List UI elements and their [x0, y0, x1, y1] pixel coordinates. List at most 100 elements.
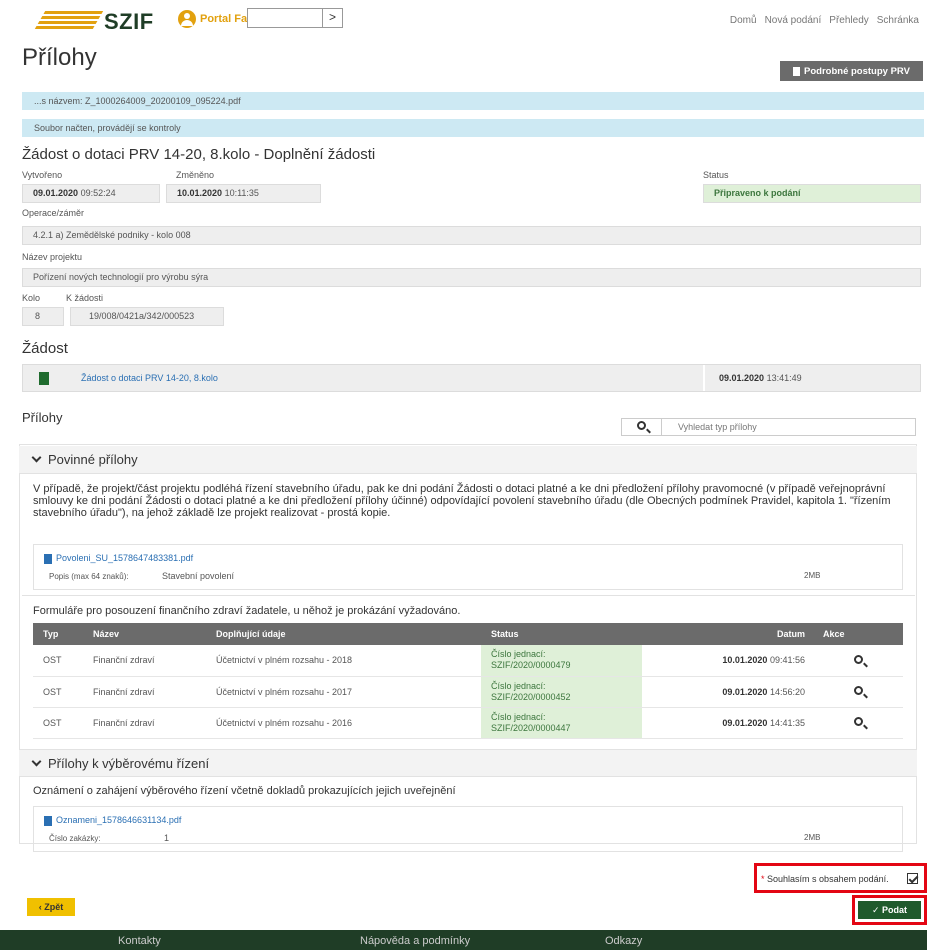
tender-title: Přílohy k výběrovému řízení	[48, 756, 210, 771]
ref-label: K žádosti	[66, 293, 104, 303]
ref-field: 19/008/0421a/342/000523	[70, 307, 224, 326]
consent-label: * Souhlasím s obsahem podání.	[761, 874, 889, 884]
view-button[interactable]	[813, 707, 903, 739]
cell-udaje: Účetnictví v plném rozsahu - 2017	[206, 676, 481, 708]
cell-status: Číslo jednací: SZIF/2020/0000479	[481, 645, 642, 677]
table-row: OST Finanční zdraví Účetnictví v plném r…	[33, 676, 903, 708]
round-field: 8	[22, 307, 64, 326]
footer-odkazy[interactable]: Odkazy	[605, 935, 642, 947]
cell-typ: OST	[33, 676, 83, 708]
project-field: Pořízení nových technologií pro výrobu s…	[22, 268, 921, 287]
mandatory-description: V případě, že projekt/část projektu podl…	[33, 483, 891, 519]
cell-status: Číslo jednací: SZIF/2020/0000447	[481, 707, 642, 739]
nav-prehledy[interactable]: Přehledy	[829, 15, 868, 26]
info-file: ...s názvem: Z_1000264009_20200109_09522…	[22, 92, 924, 110]
search-icon	[637, 421, 646, 430]
chevron-down-icon	[31, 452, 42, 463]
cell-datum: 09.01.2020 14:41:35	[642, 707, 813, 739]
zadost-link[interactable]: Žádost o dotaci PRV 14-20, 8.kolo	[81, 373, 218, 383]
info-status: Soubor načten, provádějí se kontroly	[22, 119, 924, 137]
created-date: 09.01.2020	[33, 188, 79, 198]
mandatory-file-link[interactable]: Povoleni_SU_1578647483381.pdf	[56, 553, 193, 563]
tender-file-card: Oznameni_1578646631134.pdf Číslo zakázky…	[33, 806, 903, 852]
finance-table: Typ Název Doplňující údaje Status Datum …	[33, 623, 903, 739]
logo[interactable]: SZIF	[104, 9, 154, 35]
nav-domu[interactable]: Domů	[730, 15, 757, 26]
cell-udaje: Účetnictví v plném rozsahu - 2016	[206, 707, 481, 739]
search-icon	[853, 717, 863, 726]
cell-typ: OST	[33, 707, 83, 739]
zadost-row: Žádost o dotaci PRV 14-20, 8.kolo 09.01.…	[22, 364, 921, 392]
zadost-date: 09.01.2020 13:41:49	[703, 365, 921, 391]
postupy-button[interactable]: Podrobné postupy PRV	[780, 61, 923, 81]
tender-file-link[interactable]: Oznameni_1578646631134.pdf	[56, 815, 181, 825]
zadost-date-time: 13:41:49	[766, 373, 802, 383]
footer: Kontakty Nápověda a podmínky Odkazy	[0, 930, 927, 950]
search-button[interactable]	[622, 419, 662, 435]
col-nazev: Název	[83, 623, 206, 645]
file-size: 2MB	[804, 833, 821, 842]
submit-highlight: ✓ Podat	[852, 895, 927, 925]
table-row: OST Finanční zdraví Účetnictví v plném r…	[33, 707, 903, 739]
created-time: 09:52:24	[80, 188, 116, 198]
search-placeholder: Vyhledat typ přílohy	[678, 422, 757, 432]
mandatory-section-header[interactable]: Povinné přílohy	[19, 446, 917, 474]
tender-section-header[interactable]: Přílohy k výběrovému řízení	[19, 749, 917, 777]
cell-nazev: Finanční zdraví	[83, 645, 206, 677]
file-icon	[44, 554, 52, 564]
nav-schranka[interactable]: Schránka	[877, 15, 919, 26]
view-button[interactable]	[813, 676, 903, 708]
cell-datum: 09.01.2020 14:56:20	[642, 676, 813, 708]
operation-label: Operace/záměr	[22, 208, 85, 218]
attachments-heading: Přílohy	[22, 410, 63, 425]
file-size: 2MB	[804, 571, 821, 580]
cell-nazev: Finanční zdraví	[83, 707, 206, 739]
top-nav: Domů Nová podání Přehledy Schránka	[730, 15, 919, 26]
consent-checkbox[interactable]	[907, 873, 918, 884]
changed-label: Změněno	[176, 170, 215, 180]
footer-napoveda[interactable]: Nápověda a podmínky	[360, 935, 470, 947]
cell-nazev: Finanční zdraví	[83, 676, 206, 708]
cell-typ: OST	[33, 645, 83, 677]
col-datum: Datum	[642, 623, 813, 645]
footer-kontakty[interactable]: Kontakty	[118, 935, 161, 947]
file-desc-value: 1	[164, 833, 170, 843]
file-desc-label: Popis (max 64 znaků):	[49, 572, 129, 581]
created-label: Vytvořeno	[22, 170, 63, 180]
round-label: Kolo	[22, 293, 41, 303]
col-typ: Typ	[33, 623, 83, 645]
cell-datum: 10.01.2020 09:41:56	[642, 645, 813, 677]
logo-stripes	[34, 11, 104, 29]
table-header-row: Typ Název Doplňující údaje Status Datum …	[33, 623, 903, 645]
changed-field: 10.01.2020 10:11:35	[166, 184, 321, 203]
cell-udaje: Účetnictví v plném rozsahu - 2018	[206, 645, 481, 677]
cell-status: Číslo jednací: SZIF/2020/0000452	[481, 676, 642, 708]
consent-highlight: * Souhlasím s obsahem podání.	[754, 863, 927, 893]
mandatory-title: Povinné přílohy	[48, 452, 138, 467]
status-field: Připraveno k podání	[703, 184, 921, 203]
top-search-input[interactable]: >	[247, 8, 343, 28]
file-icon	[44, 816, 52, 826]
col-akce: Akce	[813, 623, 903, 645]
mandatory-file-card: Povoleni_SU_1578647483381.pdf Popis (max…	[33, 544, 903, 590]
page-title: Přílohy	[22, 44, 97, 71]
changed-time: 10:11:35	[224, 188, 259, 198]
attachment-search-input[interactable]: Vyhledat typ přílohy	[621, 418, 916, 436]
project-label: Název projektu	[22, 252, 83, 262]
top-search-button[interactable]: >	[322, 9, 342, 27]
view-button[interactable]	[813, 645, 903, 677]
file-desc-value: Stavební povolení	[162, 571, 235, 581]
chevron-down-icon	[31, 756, 42, 767]
created-field: 09.01.2020 09:52:24	[22, 184, 160, 203]
search-icon	[853, 654, 863, 664]
request-heading: Žádost o dotaci PRV 14-20, 8.kolo - Dopl…	[22, 146, 376, 163]
top-bar: SZIF Portal Farmare ⌄ > Domů Nová podání…	[0, 0, 927, 44]
back-button[interactable]: ‹ Zpět	[27, 898, 75, 916]
nav-nova-podani[interactable]: Nová podání	[765, 15, 822, 26]
divider	[22, 595, 915, 596]
submit-button[interactable]: ✓ Podat	[858, 901, 921, 919]
file-icon	[39, 372, 49, 385]
status-label: Status	[703, 170, 729, 180]
col-udaje: Doplňující údaje	[206, 623, 481, 645]
document-icon	[793, 66, 801, 76]
